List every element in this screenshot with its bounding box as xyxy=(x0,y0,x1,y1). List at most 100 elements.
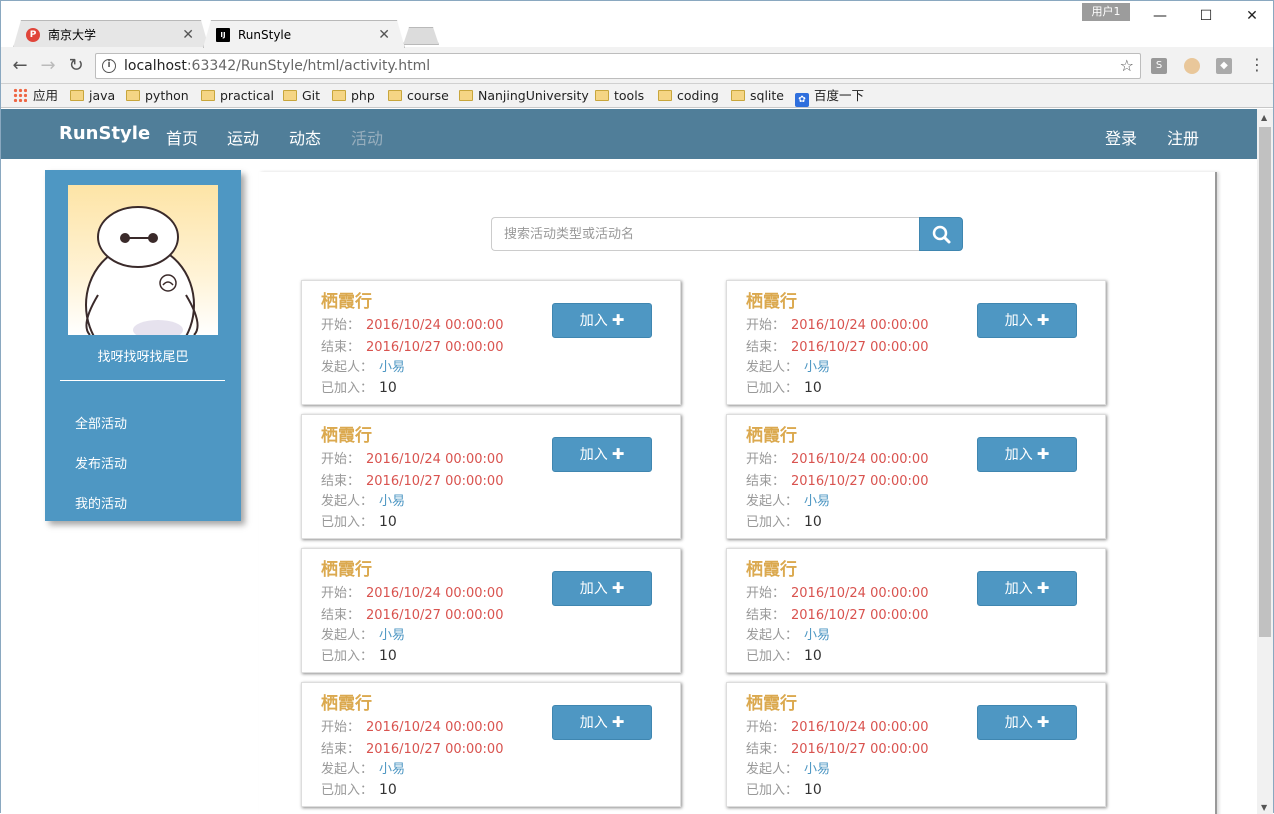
activity-organizer-row: 发起人： 小易 xyxy=(746,356,830,375)
nav-feed[interactable]: 动态 xyxy=(289,125,321,149)
join-button[interactable]: 加入 ✚ xyxy=(977,303,1077,338)
organizer-name[interactable]: 小易 xyxy=(804,360,830,375)
organizer-name[interactable]: 小易 xyxy=(379,628,405,643)
activity-title[interactable]: 栖霞行 xyxy=(746,287,797,312)
bookmark-folder[interactable]: tools xyxy=(595,88,644,104)
tab-nju[interactable]: P 南京大学 ✕ xyxy=(13,20,209,48)
activity-title[interactable]: 栖霞行 xyxy=(746,555,797,580)
extension-s-icon[interactable]: S xyxy=(1151,58,1167,74)
tab-label: RunStyle xyxy=(238,28,292,42)
browser-menu-icon[interactable]: ⋮ xyxy=(1249,57,1265,73)
join-button[interactable]: 加入 ✚ xyxy=(977,437,1077,472)
bookmark-folder[interactable]: practical xyxy=(201,88,274,104)
folder-icon xyxy=(126,90,140,101)
join-button[interactable]: 加入 ✚ xyxy=(977,571,1077,606)
activity-end-row: 结束： 2016/10/27 00:00:00 xyxy=(746,336,928,355)
join-button[interactable]: 加入 ✚ xyxy=(977,705,1077,740)
start-date: 2016/10/24 00:00:00 xyxy=(366,720,504,735)
bookmark-folder[interactable]: sqlite xyxy=(731,88,784,104)
activity-title[interactable]: 栖霞行 xyxy=(321,287,372,312)
back-arrow-icon[interactable]: ← xyxy=(9,55,31,77)
organizer-name[interactable]: 小易 xyxy=(804,762,830,777)
plus-icon: ✚ xyxy=(611,713,625,731)
join-button[interactable]: 加入 ✚ xyxy=(552,303,652,338)
end-label: 结束： xyxy=(746,474,786,489)
activity-title[interactable]: 栖霞行 xyxy=(321,555,372,580)
close-tab-icon[interactable]: ✕ xyxy=(378,21,390,48)
bookmark-folder[interactable]: php xyxy=(332,88,375,104)
activity-joined-row: 已加入： 10 xyxy=(746,645,822,664)
reload-icon[interactable]: ↻ xyxy=(65,55,87,77)
activity-card: 栖霞行 开始： 2016/10/24 00:00:00 结束： 2016/10/27 0… xyxy=(301,548,681,673)
activity-title[interactable]: 栖霞行 xyxy=(321,421,372,446)
baymax-avatar-icon xyxy=(85,206,199,335)
scroll-up-icon[interactable]: ▲ xyxy=(1261,113,1267,122)
address-bar[interactable]: i localhost:63342/RunStyle/html/activity… xyxy=(95,53,1141,79)
extension-avatar-icon[interactable] xyxy=(1184,58,1200,74)
minimize-icon[interactable]: — xyxy=(1137,5,1183,27)
extension-puzzle-icon[interactable]: ◆ xyxy=(1216,58,1232,74)
joined-label: 已加入： xyxy=(321,381,374,396)
activity-start-row: 开始： 2016/10/24 00:00:00 xyxy=(746,716,928,735)
activity-card: 栖霞行 开始： 2016/10/24 00:00:00 结束： 2016/10/27 0… xyxy=(726,414,1106,539)
bookmark-baidu[interactable]: ✿ 百度一下 xyxy=(795,88,864,107)
maximize-icon[interactable]: ☐ xyxy=(1183,5,1229,27)
activity-title[interactable]: 栖霞行 xyxy=(321,689,372,714)
nav-sports[interactable]: 运动 xyxy=(227,125,259,149)
activity-organizer-row: 发起人： 小易 xyxy=(746,758,830,777)
organizer-name[interactable]: 小易 xyxy=(379,494,405,509)
bookmark-folder[interactable]: coding xyxy=(658,88,719,104)
register-link[interactable]: 注册 xyxy=(1167,125,1199,149)
organizer-name[interactable]: 小易 xyxy=(804,494,830,509)
join-button[interactable]: 加入 ✚ xyxy=(552,571,652,606)
activity-title[interactable]: 栖霞行 xyxy=(746,689,797,714)
organizer-name[interactable]: 小易 xyxy=(379,360,405,375)
sidebar-item-all-activities[interactable]: 全部活动 xyxy=(75,413,127,432)
bookmark-folder[interactable]: Git xyxy=(283,88,320,104)
bookmark-folder[interactable]: course xyxy=(388,88,449,104)
bookmark-star-icon[interactable]: ☆ xyxy=(1120,56,1134,75)
join-label: 加入 xyxy=(579,313,608,329)
joined-label: 已加入： xyxy=(321,783,374,798)
forward-arrow-icon[interactable]: → xyxy=(37,55,59,77)
browser-toolbar: ← → ↻ i localhost:63342/RunStyle/html/ac… xyxy=(1,47,1273,84)
folder-icon xyxy=(658,90,672,101)
close-window-icon[interactable]: ✕ xyxy=(1229,5,1274,27)
nav-activities[interactable]: 活动 xyxy=(351,125,383,149)
bookmark-folder[interactable]: NanjingUniversity xyxy=(459,88,589,104)
bookmark-folder[interactable]: java xyxy=(70,88,115,104)
activity-title[interactable]: 栖霞行 xyxy=(746,421,797,446)
scroll-down-icon[interactable]: ▼ xyxy=(1261,803,1267,812)
joined-label: 已加入： xyxy=(746,649,799,664)
sidebar-item-publish-activity[interactable]: 发布活动 xyxy=(75,453,127,472)
close-tab-icon[interactable]: ✕ xyxy=(182,21,194,48)
scrollbar-thumb[interactable] xyxy=(1259,127,1271,637)
join-button[interactable]: 加入 ✚ xyxy=(552,705,652,740)
user-profile-badge[interactable]: 用户1 xyxy=(1082,3,1130,21)
tab-runstyle[interactable]: IJ RunStyle ✕ xyxy=(203,20,405,48)
bookmark-apps[interactable]: 应用 xyxy=(13,88,58,104)
avatar[interactable] xyxy=(68,185,218,335)
start-label: 开始： xyxy=(321,720,361,735)
activity-end-row: 结束： 2016/10/27 00:00:00 xyxy=(321,470,503,489)
intellij-favicon-icon: IJ xyxy=(216,28,230,42)
end-date: 2016/10/27 00:00:00 xyxy=(366,742,504,757)
activity-start-row: 开始： 2016/10/24 00:00:00 xyxy=(746,448,928,467)
organizer-name[interactable]: 小易 xyxy=(804,628,830,643)
organizer-name[interactable]: 小易 xyxy=(379,762,405,777)
organizer-label: 发起人： xyxy=(746,360,799,375)
join-button[interactable]: 加入 ✚ xyxy=(552,437,652,472)
end-label: 结束： xyxy=(321,608,361,623)
info-icon[interactable]: i xyxy=(102,59,116,73)
sidebar-item-my-activities[interactable]: 我的活动 xyxy=(75,493,127,512)
bookmark-folder[interactable]: python xyxy=(126,88,189,104)
site-brand[interactable]: RunStyle xyxy=(59,123,150,144)
join-label: 加入 xyxy=(1004,581,1033,597)
login-link[interactable]: 登录 xyxy=(1105,125,1137,149)
vertical-scrollbar[interactable]: ▲ ▼ xyxy=(1257,109,1273,814)
new-tab-button[interactable] xyxy=(403,27,439,45)
nav-home[interactable]: 首页 xyxy=(166,125,198,149)
search-button[interactable] xyxy=(919,217,963,251)
search-input[interactable] xyxy=(491,217,920,251)
end-label: 结束： xyxy=(321,742,361,757)
